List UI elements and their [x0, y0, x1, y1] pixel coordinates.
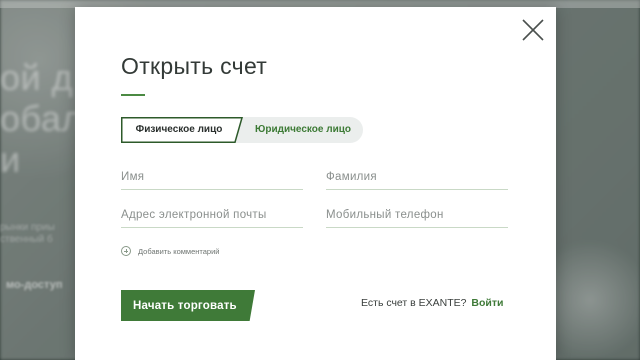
last-name-field — [326, 167, 508, 190]
add-comment-label: Добавить комментарий — [138, 246, 220, 256]
first-name-input[interactable] — [121, 167, 303, 183]
open-account-modal: Открыть счет Юридическое лицо Физическое… — [75, 7, 556, 360]
last-name-input[interactable] — [326, 167, 508, 183]
existing-account-prompt: Есть счет в EXANTE? — [361, 297, 467, 309]
account-type-tabs: Юридическое лицо Физическое лицо — [121, 117, 371, 143]
close-icon — [522, 19, 544, 41]
login-link[interactable]: Войти — [471, 297, 503, 309]
tab-legal-entity[interactable]: Юридическое лицо — [231, 117, 363, 143]
email-input[interactable] — [121, 205, 303, 221]
phone-input[interactable] — [326, 205, 508, 221]
tab-individual[interactable]: Физическое лицо — [121, 117, 237, 143]
first-name-field — [121, 167, 303, 190]
add-comment-button[interactable]: Добавить комментарий — [121, 244, 219, 258]
plus-circle-icon — [121, 246, 131, 256]
title-underline — [121, 94, 145, 96]
modal-title: Открыть счет — [121, 53, 268, 79]
start-trading-button[interactable]: Начать торговать — [121, 290, 255, 321]
existing-account-row: Есть счет в EXANTE? Войти — [361, 297, 503, 309]
phone-field — [326, 205, 508, 228]
email-field — [121, 205, 303, 228]
close-button[interactable] — [520, 17, 546, 43]
